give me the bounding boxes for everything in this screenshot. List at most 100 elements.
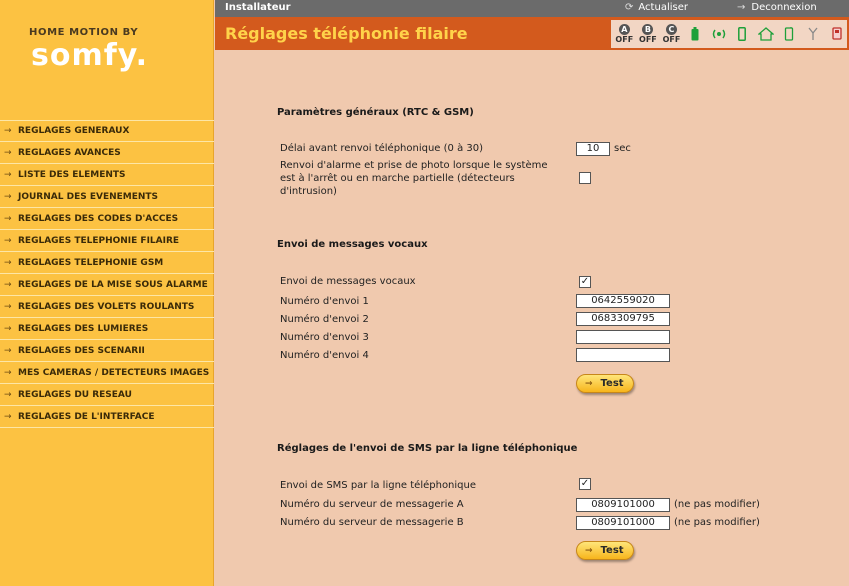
voice-number-2-label: Numéro d'envoi 2 xyxy=(280,314,369,325)
sidebar-item-label: REGLAGES DES VOLETS ROULANTS xyxy=(18,301,195,312)
arrow-right-icon: → xyxy=(4,411,12,422)
sms-test-label: Test xyxy=(600,545,624,556)
voice-test-button[interactable]: → Test xyxy=(576,374,634,393)
sidebar-item-reglages-generaux[interactable]: → REGLAGES GENERAUX xyxy=(0,120,214,142)
sidebar: HOME MOTION BY somfy. → REGLAGES GENERAUX… xyxy=(0,0,214,586)
voice-number-4-input[interactable] xyxy=(576,348,670,362)
sms-test-button[interactable]: → Test xyxy=(576,541,634,560)
zone-a-status: A OFF xyxy=(614,24,635,44)
sidebar-item-lumieres[interactable]: → REGLAGES DES LUMIERES xyxy=(0,318,214,340)
sms-enable-label: Envoi de SMS par la ligne téléphonique xyxy=(280,480,477,491)
arrow-right-icon: → xyxy=(4,191,12,202)
arrow-right-icon: → xyxy=(4,323,12,334)
voice-number-2-input[interactable]: 0683309795 xyxy=(576,312,670,326)
arrow-right-icon: → xyxy=(4,126,12,136)
arrow-right-icon: → xyxy=(4,279,12,290)
section-title-voice: Envoi de messages vocaux xyxy=(277,239,428,250)
sms-server-b-note: (ne pas modifier) xyxy=(674,517,760,528)
signal-icon xyxy=(708,24,729,44)
refresh-link[interactable]: ⟳ Actualiser xyxy=(625,2,688,13)
arrow-right-icon: → xyxy=(4,345,12,356)
refresh-icon: ⟳ xyxy=(625,2,634,13)
gsm-icon xyxy=(779,24,800,44)
sidebar-item-volets-roulants[interactable]: → REGLAGES DES VOLETS ROULANTS xyxy=(0,296,214,318)
forward-checkbox[interactable] xyxy=(579,172,591,184)
sms-server-b-input[interactable]: 0809101000 xyxy=(576,516,670,530)
voice-number-3-input[interactable] xyxy=(576,330,670,344)
sidebar-item-label: JOURNAL DES EVENEMENTS xyxy=(18,191,159,202)
sidebar-item-label: REGLAGES TELEPHONIE GSM xyxy=(18,257,164,268)
sidebar-item-telephonie-filaire[interactable]: → REGLAGES TELEPHONIE FILAIRE xyxy=(0,230,214,252)
delay-unit: sec xyxy=(614,143,631,154)
home-ok-icon xyxy=(756,24,777,44)
logo-brand: somfy. xyxy=(31,38,148,73)
sidebar-item-scenarii[interactable]: → REGLAGES DES SCENARII xyxy=(0,340,214,362)
arrow-right-icon: → xyxy=(4,257,12,268)
antenna-icon xyxy=(803,24,824,44)
section-title-general: Paramètres généraux (RTC & GSM) xyxy=(277,107,474,118)
sidebar-item-reseau[interactable]: → REGLAGES DU RESEAU xyxy=(0,384,214,406)
sidebar-item-liste-elements[interactable]: → LISTE DES ELEMENTS xyxy=(0,164,214,186)
logout-link[interactable]: → Deconnexion xyxy=(737,2,817,13)
sidebar-item-telephonie-gsm[interactable]: → REGLAGES TELEPHONIE GSM xyxy=(0,252,214,274)
main-content: Paramètres généraux (RTC & GSM) Délai av… xyxy=(215,50,849,586)
arrow-right-icon: → xyxy=(4,213,12,224)
top-bar: Installateur ⟳ Actualiser → Deconnexion xyxy=(215,0,849,17)
sidebar-item-cameras[interactable]: → MES CAMERAS / DETECTEURS IMAGES xyxy=(0,362,214,384)
status-panel: A OFF B OFF C OFF xyxy=(611,20,847,48)
section-title-sms: Réglages de l'envoi de SMS par la ligne … xyxy=(277,443,578,454)
sidebar-item-label: LISTE DES ELEMENTS xyxy=(18,169,126,180)
sms-server-a-label: Numéro du serveur de messagerie A xyxy=(280,499,464,510)
sms-server-a-input[interactable]: 0809101000 xyxy=(576,498,670,512)
arrow-right-icon: → xyxy=(4,169,12,180)
voice-enable-label: Envoi de messages vocaux xyxy=(280,276,416,287)
arrow-right-icon: → xyxy=(737,2,746,13)
logo-tagline: HOME MOTION BY xyxy=(29,27,139,38)
sidebar-menu: → REGLAGES GENERAUX → REGLAGES AVANCES → LI… xyxy=(0,120,214,428)
zone-a-state: OFF xyxy=(615,35,634,44)
voice-number-3-label: Numéro d'envoi 3 xyxy=(280,332,369,343)
sms-server-b-label: Numéro du serveur de messagerie B xyxy=(280,517,464,528)
arrow-right-icon: → xyxy=(4,389,12,400)
forward-label-line-3: d'intrusion) xyxy=(280,186,337,197)
camera-icon xyxy=(826,24,847,44)
sidebar-item-journal-evenements[interactable]: → JOURNAL DES EVENEMENTS xyxy=(0,186,214,208)
zone-a-icon: A xyxy=(618,24,630,35)
sidebar-item-label: REGLAGES DES LUMIERES xyxy=(18,323,149,334)
sidebar-item-label: REGLAGES AVANCES xyxy=(18,147,121,158)
voice-enable-checkbox[interactable]: ✓ xyxy=(579,276,591,288)
zone-b-state: OFF xyxy=(639,35,657,44)
logout-label: Deconnexion xyxy=(751,2,817,13)
user-role: Installateur xyxy=(225,2,291,13)
battery-icon xyxy=(685,24,706,44)
phone-icon xyxy=(732,24,753,44)
sidebar-item-codes-acces[interactable]: → REGLAGES DES CODES D'ACCES xyxy=(0,208,214,230)
voice-number-1-label: Numéro d'envoi 1 xyxy=(280,296,369,307)
title-bar: Réglages téléphonie filaire A OFF B OFF CO… xyxy=(215,17,849,50)
sidebar-item-label: REGLAGES DU RESEAU xyxy=(18,389,132,400)
zone-b-icon: B xyxy=(642,24,654,35)
page-title: Réglages téléphonie filaire xyxy=(225,24,468,43)
voice-number-4-label: Numéro d'envoi 4 xyxy=(280,350,369,361)
zone-c-state: OFF xyxy=(662,35,681,44)
forward-label-line-2: est à l'arrêt ou en marche partielle (dé… xyxy=(280,173,515,184)
sidebar-item-label: REGLAGES DES SCENARII xyxy=(18,345,145,356)
sidebar-item-mise-sous-alarme[interactable]: → REGLAGES DE LA MISE SOUS ALARME xyxy=(0,274,214,296)
sidebar-item-label: REGLAGES TELEPHONIE FILAIRE xyxy=(18,235,180,246)
sidebar-item-label: REGLAGES DES CODES D'ACCES xyxy=(18,213,179,224)
sms-server-a-note: (ne pas modifier) xyxy=(674,499,760,510)
sms-enable-checkbox[interactable]: ✓ xyxy=(579,478,591,490)
arrow-right-icon: → xyxy=(585,545,593,556)
arrow-right-icon: → xyxy=(4,235,12,246)
somfy-logo: HOME MOTION BY somfy. xyxy=(0,0,214,120)
zone-b-status: B OFF xyxy=(638,24,659,44)
zone-c-status: C OFF xyxy=(661,24,682,44)
sidebar-item-reglages-avances[interactable]: → REGLAGES AVANCES xyxy=(0,142,214,164)
sidebar-item-label: REGLAGES DE L'INTERFACE xyxy=(18,411,155,422)
sidebar-item-interface[interactable]: → REGLAGES DE L'INTERFACE xyxy=(0,406,214,428)
delay-input[interactable]: 10 xyxy=(576,142,610,156)
arrow-right-icon: → xyxy=(4,301,12,312)
sidebar-item-label: MES CAMERAS / DETECTEURS IMAGES xyxy=(18,367,210,378)
sidebar-item-label: REGLAGES DE LA MISE SOUS ALARME xyxy=(18,279,208,290)
voice-number-1-input[interactable]: 0642559020 xyxy=(576,294,670,308)
